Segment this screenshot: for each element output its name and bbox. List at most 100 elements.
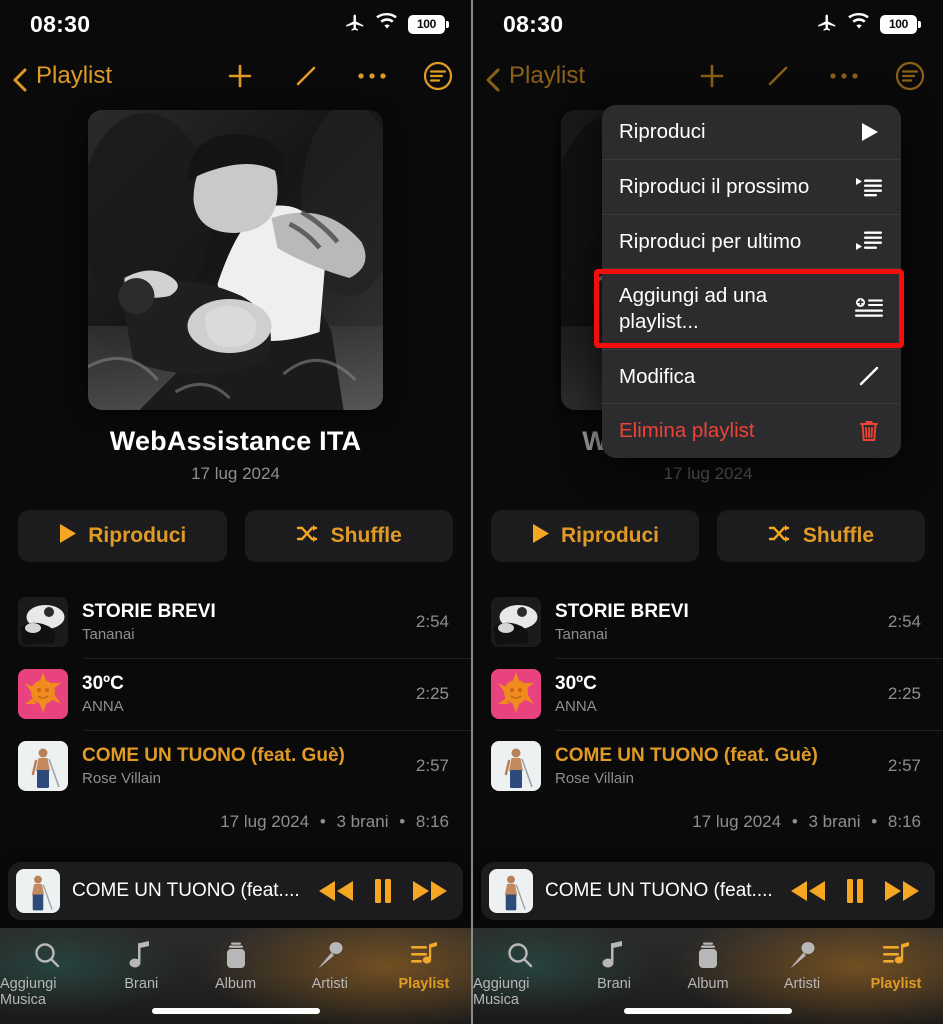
context-menu: Riproduci Riproduci il prossimo Riproduc… [602,105,901,458]
song-info: STORIE BREVI Tananai [82,601,402,643]
tab-album[interactable]: Album [188,938,282,992]
tab-brani[interactable]: Brani [567,938,661,992]
shuffle-button[interactable]: Shuffle [244,510,453,562]
menu-item-aggiungi-ad-una-playlist[interactable]: Aggiungi ad una playlist... [602,268,901,348]
play-triangle-icon [854,121,884,143]
song-info: 30ºC ANNA [82,673,402,715]
summary-separator: • [871,812,878,831]
summary-date: 17 lug 2024 [220,812,310,831]
rewind-icon[interactable] [789,879,827,903]
fast-forward-icon[interactable] [411,879,449,903]
play-button-label: Riproduci [88,524,187,547]
play-button[interactable]: Riproduci [18,510,227,562]
tab-label: Artisti [783,976,821,992]
playlist-action-buttons: Riproduci Shuffle [473,510,943,562]
pause-icon[interactable] [845,878,865,904]
battery-level-label: 100 [888,17,909,31]
tab-artisti[interactable]: Artisti [283,938,377,992]
edit-pencil-icon[interactable] [289,59,323,93]
shuffle-button-label: Shuffle [330,524,402,547]
list-summary: 17 lug 2024 • 3 brani • 8:16 [0,812,471,832]
left-screen: 08:30 100 Playlist WebAssistance ITA 17 … [0,0,471,1024]
menu-item-modifica[interactable]: Modifica [602,348,901,404]
nav-action-group [695,59,927,93]
song-duration: 2:25 [887,684,921,703]
menu-item-riproduci-per-ultimo[interactable]: Riproduci per ultimo [602,213,901,269]
microphone-icon [316,938,344,972]
menu-item-label: Elimina playlist [619,419,755,443]
add-icon[interactable] [223,59,257,93]
table-row[interactable]: 30ºC ANNA 2:25 [473,658,943,730]
sort-list-icon[interactable] [421,59,455,93]
tab-label: Aggiungi Musica [0,976,57,1008]
tab-label: Brani [124,976,159,992]
table-row[interactable]: COME UN TUONO (feat. Guè) Rose Villain 2… [473,730,943,802]
song-info: COME UN TUONO (feat. Guè) Rose Villain [555,745,874,787]
sort-list-icon[interactable] [893,59,927,93]
song-title: COME UN TUONO (feat. Guè) [82,745,345,766]
rewind-icon[interactable] [317,879,355,903]
pause-icon[interactable] [373,878,393,904]
menu-item-label: Aggiungi ad una playlist... [619,284,768,333]
nav-action-group [223,59,455,93]
album-icon [694,938,722,972]
summary-separator: • [399,812,406,831]
battery-icon: 100 [880,14,921,34]
menu-item-riproduci[interactable]: Riproduci [602,105,901,159]
menu-item-riproduci-il-prossimo[interactable]: Riproduci il prossimo [602,159,901,214]
song-list: STORIE BREVI Tananai 2:54 30ºC ANNA 2:25 [0,586,471,832]
summary-separator: • [319,812,326,831]
back-button[interactable]: Playlist [10,62,113,92]
microphone-icon [788,938,816,972]
fast-forward-icon[interactable] [883,879,921,903]
play-button[interactable]: Riproduci [491,510,699,562]
menu-item-elimina-playlist[interactable]: Elimina playlist [602,403,901,458]
mini-player[interactable]: COME UN TUONO (feat.... [8,862,463,920]
tab-playlist[interactable]: Playlist [377,938,471,992]
music-note-icon [601,938,627,972]
tab-bar: Aggiungi Musica Brani Album Artisti Play… [0,928,471,1024]
song-duration: 2:25 [415,684,449,703]
song-artist: Tananai [555,626,608,643]
back-button[interactable]: Playlist [483,62,585,92]
table-row[interactable]: 30ºC ANNA 2:25 [0,658,471,730]
tab-aggiungi-musica[interactable]: Aggiungi Musica [0,938,94,1008]
table-row[interactable]: STORIE BREVI Tananai 2:54 [473,586,943,658]
mini-player[interactable]: COME UN TUONO (feat.... [481,862,935,920]
tab-playlist[interactable]: Playlist [849,938,943,992]
status-icon-group: 100 [344,11,449,38]
more-options-icon[interactable] [827,59,861,93]
search-icon [505,938,535,972]
shuffle-icon [296,523,320,550]
summary-total-time: 8:16 [415,812,449,831]
mini-player-title: COME UN TUONO (feat.... [72,880,300,901]
tab-artisti[interactable]: Artisti [755,938,849,992]
tab-brani[interactable]: Brani [94,938,188,992]
menu-item-label: Riproduci per ultimo [619,229,802,253]
album-icon [222,938,250,972]
right-screen: 08:30 100 Playlist 17 lug 2024 Riproduci… [471,0,943,1024]
tab-label: Playlist [870,976,922,992]
shuffle-button[interactable]: Shuffle [717,510,925,562]
table-row[interactable]: COME UN TUONO (feat. Guè) Rose Villain 2… [0,730,471,802]
edit-pencil-icon[interactable] [761,59,795,93]
table-row[interactable]: STORIE BREVI Tananai 2:54 [0,586,471,658]
song-artist: Rose Villain [555,770,634,787]
status-clock: 08:30 [30,10,91,37]
back-button-label: Playlist [36,62,113,89]
more-options-icon[interactable] [355,59,389,93]
tab-album[interactable]: Album [661,938,755,992]
mini-player-controls [317,878,449,904]
status-icon-group: 100 [816,11,921,38]
song-artwork [18,741,68,791]
song-info: COME UN TUONO (feat. Guè) Rose Villain [82,745,402,787]
tab-aggiungi-musica[interactable]: Aggiungi Musica [473,938,567,1008]
add-icon[interactable] [695,59,729,93]
playlist-date: 17 lug 2024 [663,464,753,483]
status-bar: 08:30 100 [473,0,943,48]
nav-bar: Playlist [0,48,471,104]
song-artist: ANNA [82,698,124,715]
song-list: STORIE BREVI Tananai 2:54 30ºC ANNA 2:25 [473,586,943,832]
play-triangle-icon [58,523,77,550]
playlist-icon [409,938,439,972]
